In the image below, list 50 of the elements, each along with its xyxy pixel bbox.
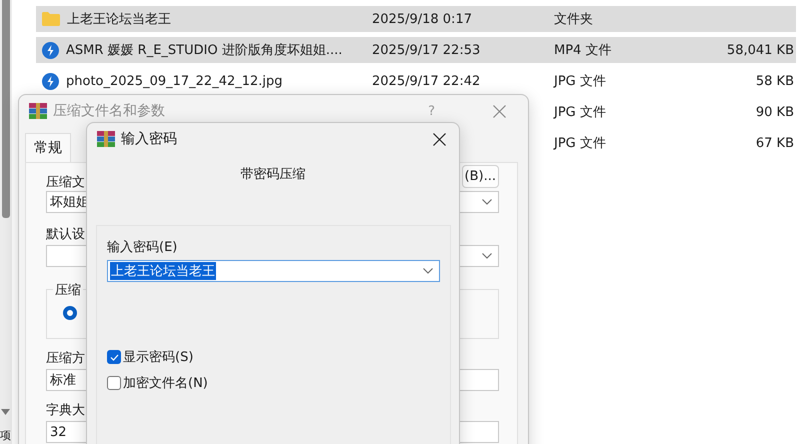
file-type: JPG 文件 (554, 73, 607, 90)
field-label: 压缩文 (46, 174, 85, 191)
window-title: 压缩文件名和参数 (53, 102, 165, 120)
file-size: 90 KB (754, 104, 794, 120)
field-label: 默认设 (46, 226, 85, 243)
checkbox-label: 加密文件名(N) (123, 375, 208, 392)
stacked-books-icon (29, 103, 47, 119)
radio-button[interactable] (63, 306, 77, 320)
file-row[interactable]: 上老王论坛当老王 2025/9/18 0:17 文件夹 (36, 6, 796, 32)
file-type: MP4 文件 (554, 42, 612, 59)
status-text: 项 (0, 428, 11, 443)
tab[interactable]: 常规 (25, 133, 71, 162)
file-name: 上老王论坛当老王 (67, 11, 171, 28)
checkbox[interactable] (107, 350, 121, 364)
media-file-icon (42, 72, 59, 90)
file-type: JPG 文件 (554, 104, 607, 121)
file-type: 文件夹 (554, 11, 594, 28)
field-label: 压缩方 (46, 350, 85, 367)
file-date: 2025/9/17 22:42 (372, 74, 482, 88)
chevron-down-icon (482, 199, 492, 205)
checkbox-label: 显示密码(S) (123, 349, 194, 366)
field-value: 32 (50, 424, 67, 440)
password-value: 上老王论坛当老王 (110, 262, 216, 280)
scrollbar-thumb[interactable] (2, 0, 10, 218)
window-title: 输入密码 (121, 130, 177, 148)
file-row[interactable]: ASMR 媛媛 R_E_STUDIO 进阶版角度坏姐姐.... 2025/9/17 22:53 MP4 文件 58,041 KB (36, 37, 796, 63)
file-date: 2025/9/17 22:53 (372, 42, 482, 58)
checkbox[interactable] (107, 376, 121, 390)
folder-icon (42, 12, 60, 26)
scroll-down-icon[interactable] (1, 409, 10, 415)
file-size: 58,041 KB (726, 42, 794, 58)
file-size: 58 KB (754, 74, 794, 88)
file-size: 67 KB (754, 136, 794, 150)
stacked-books-icon (97, 131, 115, 147)
browse-button[interactable]: (B)... (462, 165, 499, 188)
check-icon (110, 354, 118, 360)
file-type: JPG 文件 (554, 135, 607, 152)
field-label: 输入密码(E) (107, 240, 178, 255)
password-field[interactable]: 上老王论坛当老王 (107, 260, 440, 282)
field-label: 字典大 (46, 402, 85, 419)
file-name: photo_2025_09_17_22_42_12.jpg (66, 74, 283, 88)
file-name: ASMR 媛媛 R_E_STUDIO 进阶版角度坏姐姐.... (66, 42, 342, 59)
chevron-down-icon (423, 268, 433, 274)
file-row[interactable]: photo_2025_09_17_22_42_12.jpg 2025/9/17 22:42 JPG 文件 58 KB (36, 68, 796, 94)
dialog-heading: 带密码压缩 (240, 166, 306, 183)
chevron-down-icon (482, 253, 492, 259)
media-file-icon (42, 42, 59, 58)
field-value: 标准 (50, 372, 76, 389)
file-date: 2025/9/18 0:17 (372, 12, 473, 26)
close-icon[interactable] (433, 132, 446, 146)
